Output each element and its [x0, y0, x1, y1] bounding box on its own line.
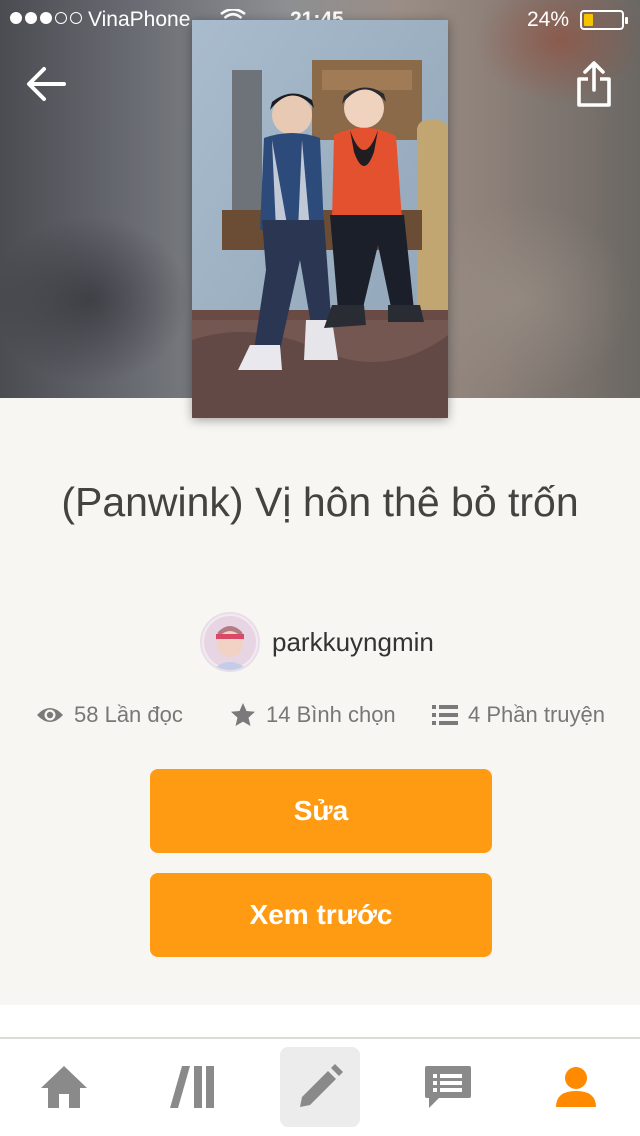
share-icon	[577, 61, 611, 107]
arrow-left-icon	[27, 67, 66, 101]
tab-messages[interactable]	[408, 1047, 488, 1127]
story-stats: 58 Lần đọc 14 Bình chọn 4 Phần truyện	[0, 702, 640, 742]
battery-percent: 24%	[527, 8, 570, 31]
tab-write[interactable]	[280, 1047, 360, 1127]
edit-button[interactable]: Sửa	[150, 769, 492, 853]
profile-icon	[556, 1067, 596, 1107]
list-icon	[432, 705, 458, 725]
eye-icon	[37, 708, 63, 722]
tab-home[interactable]	[24, 1047, 104, 1127]
parts-count: 4 Phần truyện	[468, 702, 605, 727]
chat-icon	[425, 1066, 471, 1108]
signal-strength-icon	[10, 12, 82, 24]
home-icon	[41, 1066, 87, 1108]
bottom-tab-bar	[0, 1039, 640, 1136]
stat-parts: 4 Phần truyện	[432, 702, 605, 728]
library-icon	[170, 1066, 214, 1108]
share-button[interactable]	[570, 56, 618, 112]
tab-profile[interactable]	[536, 1047, 616, 1127]
star-icon	[231, 703, 255, 726]
back-button[interactable]	[22, 60, 70, 108]
carrier-name: VinaPhone	[88, 8, 191, 31]
author-name: parkkuyngmin	[272, 626, 434, 657]
tab-library[interactable]	[152, 1047, 232, 1127]
stat-reads: 58 Lần đọc	[36, 702, 183, 728]
story-title: (Panwink) Vị hôn thê bỏ trốn	[61, 479, 579, 525]
reads-count: 58 Lần đọc	[74, 702, 183, 727]
stat-votes: 14 Bình chọn	[230, 702, 396, 728]
story-cover-image[interactable]	[192, 20, 448, 418]
battery-level-fill	[584, 14, 593, 26]
author-avatar[interactable]	[200, 612, 260, 672]
author-link[interactable]: parkkuyngmin	[200, 612, 434, 672]
pencil-icon	[300, 1064, 343, 1107]
cover-photo	[192, 20, 448, 418]
content-section	[0, 1005, 640, 1039]
battery-icon	[580, 10, 628, 30]
votes-count: 14 Bình chọn	[266, 702, 396, 727]
preview-button[interactable]: Xem trước	[150, 873, 492, 957]
